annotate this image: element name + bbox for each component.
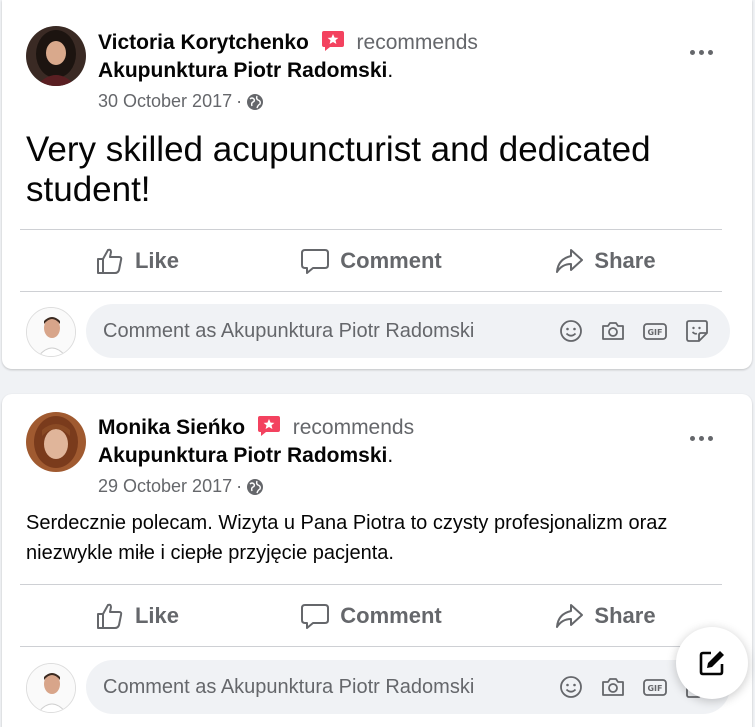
review-post-2: Monika Sieńko recommends Akupunktura Pio… — [2, 394, 752, 727]
commenter-avatar[interactable] — [26, 663, 76, 713]
like-button[interactable]: Like — [20, 239, 254, 283]
comment-placeholder: Comment as Akupunktura Piotr Radomski — [103, 319, 475, 342]
author-name[interactable]: Monika Sieńko — [98, 416, 245, 439]
post-header: Victoria Korytchenko recommends — [98, 30, 478, 55]
recommended-page: Akupunktura Piotr Radomski. — [98, 59, 393, 83]
comment-placeholder: Comment as Akupunktura Piotr Radomski — [103, 675, 475, 698]
like-button[interactable]: Like — [20, 594, 254, 638]
meta-separator: · — [236, 91, 243, 111]
thumbs-up-icon — [96, 603, 123, 629]
commenter-avatar[interactable] — [26, 307, 76, 357]
post-meta: 29 October 2017 · — [98, 476, 264, 497]
svg-text:GIF: GIF — [647, 328, 662, 337]
gif-icon[interactable]: GIF — [642, 674, 668, 700]
post-meta: 30 October 2017 · — [98, 91, 264, 112]
svg-text:GIF: GIF — [647, 684, 662, 693]
comment-composer: Comment as Akupunktura Piotr Radomski GI… — [26, 660, 730, 714]
post-text: Very skilled acupuncturist and dedicated… — [26, 130, 651, 209]
page-suffix: . — [387, 444, 394, 467]
share-button[interactable]: Share — [488, 239, 722, 283]
divider — [20, 646, 722, 647]
compose-icon — [699, 651, 724, 676]
camera-icon[interactable] — [600, 318, 626, 344]
divider — [20, 584, 722, 585]
like-label: Like — [134, 248, 180, 273]
post-text: Serdecznie polecam. Wizyta u Pana Piotra… — [26, 512, 668, 564]
speech-bubble-icon — [301, 249, 330, 274]
post-date[interactable]: 30 October 2017 — [98, 91, 232, 112]
comment-button[interactable]: Comment — [254, 594, 488, 638]
camera-icon[interactable] — [600, 674, 626, 700]
review-post-1: Victoria Korytchenko recommends Akupunkt… — [2, 0, 752, 369]
comment-button[interactable]: Comment — [254, 239, 488, 283]
share-label: Share — [594, 603, 656, 628]
more-options-icon[interactable] — [686, 430, 716, 446]
globe-icon — [246, 478, 264, 496]
page-suffix: . — [387, 59, 394, 82]
smiley-icon[interactable] — [558, 674, 584, 700]
recommended-page: Akupunktura Piotr Radomski. — [98, 444, 393, 468]
post-header: Monika Sieńko recommends — [98, 415, 414, 440]
share-button[interactable]: Share — [488, 594, 722, 638]
meta-separator: · — [236, 476, 243, 496]
action-bar: Like Comment Share — [20, 239, 722, 283]
page-name-link[interactable]: Akupunktura Piotr Radomski — [98, 59, 387, 82]
comment-label: Comment — [340, 603, 442, 628]
speech-bubble-icon — [301, 604, 330, 629]
page-name-link[interactable]: Akupunktura Piotr Radomski — [98, 444, 387, 467]
post-date[interactable]: 29 October 2017 — [98, 476, 232, 497]
smiley-icon[interactable] — [558, 318, 584, 344]
action-bar: Like Comment Share — [20, 594, 722, 638]
share-label: Share — [594, 248, 656, 273]
author-name[interactable]: Victoria Korytchenko — [98, 31, 309, 54]
share-arrow-icon — [556, 249, 584, 273]
more-options-icon[interactable] — [686, 44, 716, 60]
sticker-icon[interactable] — [684, 318, 710, 344]
recommends-label: recommends — [292, 416, 415, 439]
recommend-star-icon — [321, 30, 345, 52]
gif-icon[interactable]: GIF — [642, 318, 668, 344]
compose-button[interactable] — [676, 627, 748, 699]
author-avatar[interactable] — [26, 412, 86, 472]
share-arrow-icon — [556, 604, 584, 628]
globe-icon — [246, 93, 264, 111]
composer-icons: GIF — [558, 318, 710, 344]
divider — [20, 229, 722, 230]
recommend-star-icon — [257, 415, 281, 437]
divider — [20, 291, 722, 292]
like-label: Like — [134, 603, 180, 628]
thumbs-up-icon — [96, 248, 123, 274]
comment-composer: Comment as Akupunktura Piotr Radomski GI… — [26, 304, 730, 358]
comment-label: Comment — [340, 248, 442, 273]
author-avatar[interactable] — [26, 26, 86, 86]
recommends-label: recommends — [356, 31, 478, 54]
